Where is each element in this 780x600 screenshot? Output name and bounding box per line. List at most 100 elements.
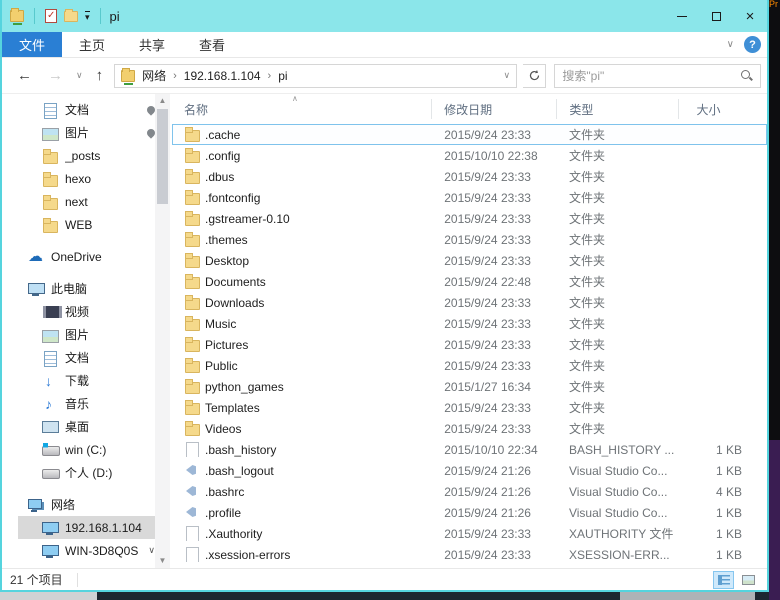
file-type: 文件夹 — [557, 357, 678, 374]
sidebar-item-label: 个人 (D:) — [65, 464, 112, 481]
file-row[interactable]: .dbus 2015/9/24 23:33 文件夹 — [172, 166, 767, 187]
column-header-size[interactable]: 大小 — [679, 99, 767, 119]
sidebar-item-label: OneDrive — [51, 250, 102, 264]
file-row[interactable]: .bashrc 2015/9/24 21:26 Visual Studio Co… — [172, 481, 767, 502]
address-bar[interactable]: 网络 › 192.168.1.104 › pi ∨ — [114, 64, 517, 88]
file-icon — [184, 358, 199, 373]
sidebar-item[interactable]: 192.168.1.104 ∨ — [18, 516, 155, 539]
sidebar-item[interactable]: 网络 ∨ — [18, 493, 155, 516]
file-row[interactable]: .xsession-errors 2015/9/24 23:33 XSESSIO… — [172, 544, 767, 565]
refresh-button[interactable] — [523, 64, 546, 88]
file-name-cell: .bash_history — [173, 442, 432, 457]
scroll-down-icon[interactable]: ▼ — [155, 554, 170, 568]
desktop-text-fragment: Pr — [769, 0, 780, 9]
sidebar-item[interactable]: hexo ∨ — [18, 167, 155, 190]
tab-file[interactable]: 文件 — [2, 32, 62, 57]
file-row[interactable]: Music 2015/9/24 23:33 文件夹 — [172, 313, 767, 334]
file-row[interactable]: .gstreamer-0.10 2015/9/24 23:33 文件夹 — [172, 208, 767, 229]
sidebar-item-icon — [42, 374, 58, 388]
file-rows: .cache 2015/9/24 23:33 文件夹 .config 2015/… — [172, 124, 767, 568]
back-button[interactable]: ← — [12, 67, 37, 84]
sidebar-item[interactable]: 文档 ∨ — [18, 346, 155, 369]
sidebar-item[interactable]: 下载 ∨ — [18, 369, 155, 392]
file-row[interactable]: .profile 2015/9/24 21:26 Visual Studio C… — [172, 502, 767, 523]
column-header-date[interactable]: 修改日期 — [432, 99, 557, 119]
sidebar-item[interactable]: 视频 ∨ — [18, 300, 155, 323]
file-date: 2015/9/24 23:33 — [432, 254, 557, 268]
file-name: .bash_history — [205, 443, 276, 457]
sidebar-item[interactable]: 此电脑 ∨ — [18, 277, 155, 300]
breadcrumb-network[interactable]: 网络 — [142, 67, 166, 84]
scroll-up-icon[interactable]: ▲ — [155, 94, 170, 108]
file-date: 2015/9/24 23:33 — [432, 527, 557, 541]
ribbon-tabs: 文件 主页 共享 查看 ∨ ? — [2, 32, 767, 58]
file-icon — [184, 400, 199, 415]
close-button[interactable]: × — [733, 0, 767, 32]
new-folder-button[interactable] — [64, 11, 78, 22]
sidebar-item[interactable]: _posts ∨ — [18, 144, 155, 167]
minimize-button[interactable] — [665, 0, 699, 32]
file-type: 文件夹 — [557, 168, 678, 185]
tab-share[interactable]: 共享 — [122, 32, 182, 57]
file-row[interactable]: .cache 2015/9/24 23:33 文件夹 — [172, 124, 767, 145]
maximize-button[interactable] — [699, 0, 733, 32]
sidebar-item[interactable]: 桌面 ∨ — [18, 415, 155, 438]
column-header-type[interactable]: 类型 — [557, 99, 678, 119]
up-button[interactable]: ↑ — [91, 67, 109, 84]
sidebar-item[interactable]: WEB ∨ — [18, 213, 155, 236]
chevron-down-icon[interactable]: ∨ — [148, 545, 155, 556]
tab-home[interactable]: 主页 — [62, 32, 122, 57]
help-button[interactable]: ? — [744, 36, 761, 53]
properties-button[interactable] — [45, 9, 57, 23]
file-row[interactable]: Templates 2015/9/24 23:33 文件夹 — [172, 397, 767, 418]
file-name: .bashrc — [205, 485, 244, 499]
file-row[interactable]: .bash_logout 2015/9/24 21:26 Visual Stud… — [172, 460, 767, 481]
file-row[interactable]: .themes 2015/9/24 23:33 文件夹 — [172, 229, 767, 250]
tab-view[interactable]: 查看 — [182, 32, 242, 57]
file-icon — [184, 463, 199, 478]
file-type: 文件夹 — [557, 210, 678, 227]
forward-button[interactable]: → — [43, 67, 68, 84]
sidebar-item[interactable]: 图片 ∨ — [18, 323, 155, 346]
search-icon[interactable] — [740, 69, 753, 82]
title-bar[interactable]: ▾ pi × — [2, 0, 767, 32]
network-folder-icon — [10, 10, 24, 22]
file-type: XAUTHORITY 文件 — [557, 525, 678, 542]
file-name-cell: Public — [173, 358, 432, 373]
sidebar-item[interactable]: next ∨ — [18, 190, 155, 213]
qat-dropdown-icon[interactable]: ▾ — [85, 11, 90, 22]
search-input[interactable]: 搜索"pi" — [554, 64, 761, 88]
sidebar-item[interactable]: win (C:) ∨ — [18, 438, 155, 461]
sidebar-item[interactable]: 图片 ∨ — [18, 121, 155, 144]
file-row[interactable]: Videos 2015/9/24 23:33 文件夹 — [172, 418, 767, 439]
address-dropdown-icon[interactable]: ∨ — [503, 70, 510, 81]
sidebar-item-label: WIN-3D8Q0SD — [65, 544, 139, 558]
sidebar-item-label: 此电脑 — [51, 280, 87, 297]
sidebar-item[interactable]: 文档 ∨ — [18, 98, 155, 121]
breadcrumb-folder[interactable]: pi — [278, 69, 287, 83]
column-header-name[interactable]: 名称 — [172, 99, 432, 119]
file-row[interactable]: Documents 2015/9/24 22:48 文件夹 — [172, 271, 767, 292]
file-row[interactable]: python_games 2015/1/27 16:34 文件夹 — [172, 376, 767, 397]
file-row[interactable]: Public 2015/9/24 23:33 文件夹 — [172, 355, 767, 376]
breadcrumb-host[interactable]: 192.168.1.104 — [184, 69, 261, 83]
scrollbar-thumb[interactable] — [157, 109, 168, 204]
file-row[interactable]: Desktop 2015/9/24 23:33 文件夹 — [172, 250, 767, 271]
file-row[interactable]: .fontconfig 2015/9/24 23:33 文件夹 — [172, 187, 767, 208]
file-row[interactable]: .Xauthority 2015/9/24 23:33 XAUTHORITY 文… — [172, 523, 767, 544]
sidebar-item[interactable]: OneDrive ∨ — [18, 245, 155, 268]
thumbnail-view-button[interactable] — [738, 571, 759, 589]
file-icon — [184, 484, 199, 499]
expand-ribbon-icon[interactable]: ∨ — [727, 39, 734, 50]
sidebar-item[interactable]: 音乐 ∨ — [18, 392, 155, 415]
file-row[interactable]: Downloads 2015/9/24 23:33 文件夹 — [172, 292, 767, 313]
recent-locations-icon[interactable]: ∨ — [74, 70, 85, 81]
file-icon — [184, 148, 199, 163]
sidebar-scrollbar[interactable]: ▲ ▼ — [155, 94, 170, 568]
file-row[interactable]: Pictures 2015/9/24 23:33 文件夹 — [172, 334, 767, 355]
sidebar-item[interactable]: WIN-3D8Q0SD ∨ — [18, 539, 155, 562]
details-view-button[interactable] — [713, 571, 734, 589]
file-row[interactable]: .config 2015/10/10 22:38 文件夹 — [172, 145, 767, 166]
sidebar-item[interactable]: 个人 (D:) ∨ — [18, 461, 155, 484]
file-row[interactable]: .bash_history 2015/10/10 22:34 BASH_HIST… — [172, 439, 767, 460]
